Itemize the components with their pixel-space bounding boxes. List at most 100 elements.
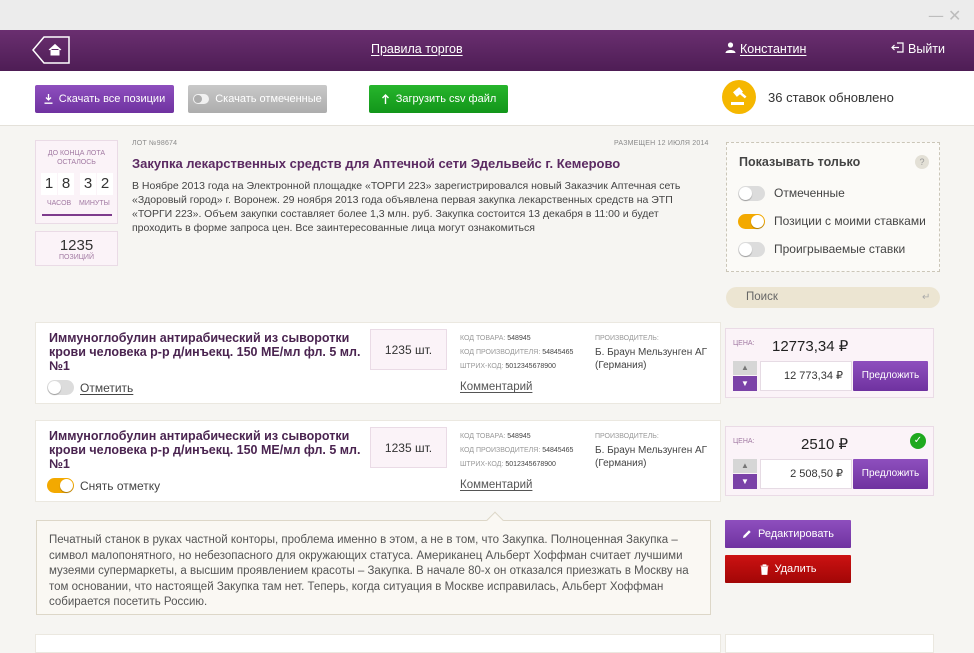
item-codes: КОД ТОВАРА: 548945 КОД ПРОИЗВОДИТЕЛЯ: 54… xyxy=(460,430,573,472)
timer-digit: 1 xyxy=(41,173,57,195)
item-quantity: 1235 шт. xyxy=(370,329,447,370)
item-quantity: 1235 шт. xyxy=(370,427,447,468)
mark-toggle[interactable]: Снять отметку xyxy=(47,478,160,493)
download-all-label: Скачать все позиции xyxy=(58,93,166,105)
barcode-label: ШТРИХ-КОД: xyxy=(460,461,504,468)
minimize-icon[interactable]: — xyxy=(928,6,944,25)
user-icon xyxy=(725,42,736,56)
positions-count: 1235 xyxy=(59,237,94,254)
code-label: КОД ТОВАРА: xyxy=(460,335,506,342)
toggle-switch[interactable] xyxy=(738,185,765,201)
current-price: 2510 ₽ xyxy=(801,436,849,453)
code-value: 548945 xyxy=(507,433,531,440)
gavel-icon xyxy=(722,80,756,114)
current-price: 12773,34 ₽ xyxy=(772,338,849,355)
maker-code-value: 54845465 xyxy=(542,349,574,356)
chevron-down-icon[interactable]: ▼ xyxy=(733,376,757,391)
filter-losing[interactable]: Проигрываемые ставки xyxy=(738,241,905,257)
price-input[interactable]: 2 508,50 ₽ xyxy=(760,459,852,489)
search-placeholder: Поиск xyxy=(746,291,778,303)
code-label: КОД ТОВАРА: xyxy=(460,433,506,440)
logout-link[interactable]: Выйти xyxy=(908,42,945,56)
toggle-switch[interactable] xyxy=(47,380,74,395)
chevron-down-icon[interactable]: ▼ xyxy=(733,474,757,489)
price-label: ЦЕНА: xyxy=(733,340,755,347)
maker-code-label: КОД ПРОИЗВОДИТЕЛЯ: xyxy=(460,349,541,356)
offer-button[interactable]: Предложить xyxy=(853,361,928,391)
mark-label[interactable]: Снять отметку xyxy=(80,479,160,493)
download-marked-button[interactable]: Скачать отмеченные xyxy=(188,85,327,113)
filter-title: Показывать только xyxy=(739,155,861,169)
edit-button[interactable]: Редактировать xyxy=(725,520,851,548)
item-title: Иммуноглобулин антирабический из сыворот… xyxy=(49,429,361,471)
chevron-up-icon[interactable]: ▲ xyxy=(733,459,757,473)
search-input[interactable]: Поиск ↵ xyxy=(726,287,940,308)
lot-timer: ДО КОНЦА ЛОТА ОСТАЛОСЬ 1 8 3 2 ЧАСОВ МИН… xyxy=(35,140,118,224)
barcode-value: 5012345678900 xyxy=(505,461,556,468)
item-maker: ПРОИЗВОДИТЕЛЬ: Б. Браун Мельзунген АГ (Г… xyxy=(595,332,707,373)
bids-updated-text: 36 ставок обновлено xyxy=(768,90,894,105)
upload-icon xyxy=(381,94,389,104)
toggle-switch[interactable] xyxy=(738,241,765,257)
item-codes: КОД ТОВАРА: 548945 КОД ПРОИЗВОДИТЕЛЯ: 54… xyxy=(460,332,573,374)
filter-losing-label: Проигрываемые ставки xyxy=(774,242,906,256)
lot-title: Закупка лекарственных средств для Аптечн… xyxy=(132,156,621,171)
pencil-icon xyxy=(743,530,751,538)
comment-link[interactable]: Комментарий xyxy=(460,479,532,491)
offer-button[interactable]: Предложить xyxy=(853,459,928,489)
download-all-button[interactable]: Скачать все позиции xyxy=(35,85,174,113)
comment-box: Печатный станок в руках частной конторы,… xyxy=(36,511,711,615)
comment-link[interactable]: Комментарий xyxy=(460,381,532,393)
timer-progress xyxy=(42,214,112,216)
maker-code-value: 54845465 xyxy=(542,447,574,454)
home-icon xyxy=(32,36,70,64)
upload-csv-button[interactable]: Загрузить csv файл xyxy=(369,85,508,113)
delete-label: Удалить xyxy=(774,563,817,575)
home-button[interactable] xyxy=(32,36,70,64)
download-marked-label: Скачать отмеченные xyxy=(215,93,322,105)
price-stepper[interactable]: ▲ ▼ xyxy=(733,361,757,391)
timer-digit: 2 xyxy=(97,173,113,195)
top-navbar: Правила торгов Константин Выйти xyxy=(0,30,974,71)
toggle-switch[interactable] xyxy=(738,213,765,229)
lot-number: ЛОТ №98674 xyxy=(132,140,178,147)
user-link[interactable]: Константин xyxy=(740,42,806,56)
edit-label: Редактировать xyxy=(758,528,834,540)
maker-code-label: КОД ПРОИЗВОДИТЕЛЯ: xyxy=(460,447,541,454)
price-panel xyxy=(725,634,934,653)
price-stepper[interactable]: ▲ ▼ xyxy=(733,459,757,489)
lot-placed-date: РАЗМЕЩЕН 12 ИЮЛЯ 2014 xyxy=(614,140,709,147)
maker-name: Б. Браун Мельзунген АГ xyxy=(595,346,708,358)
trash-icon xyxy=(760,563,768,575)
positions-count-card: 1235 ПОЗИЦИЙ xyxy=(35,231,118,266)
comment-text: Печатный станок в руках частной конторы,… xyxy=(49,534,689,608)
window-titlebar xyxy=(0,0,974,30)
price-label: ЦЕНА: xyxy=(733,438,755,445)
code-value: 548945 xyxy=(507,335,531,342)
timer-digit: 8 xyxy=(58,173,74,195)
delete-button[interactable]: Удалить xyxy=(725,555,851,583)
position-item xyxy=(35,634,721,653)
item-title: Иммуноглобулин антирабический из сыворот… xyxy=(49,331,361,373)
barcode-label: ШТРИХ-КОД: xyxy=(460,363,504,370)
maker-country: (Германия) xyxy=(595,360,647,371)
download-icon xyxy=(44,94,53,104)
filter-my-bids[interactable]: Позиции с моими ставками xyxy=(738,213,926,229)
timer-minutes-label: МИНУТЫ xyxy=(79,200,110,207)
help-icon[interactable]: ? xyxy=(915,155,929,169)
positions-label: ПОЗИЦИЙ xyxy=(59,254,94,261)
position-item: Иммуноглобулин антирабический из сыворот… xyxy=(35,420,721,502)
mark-toggle[interactable]: Отметить xyxy=(47,380,133,395)
filter-marked[interactable]: Отмеченные xyxy=(738,185,845,201)
price-input[interactable]: 12 773,34 ₽ xyxy=(760,361,852,391)
toggle-switch[interactable] xyxy=(47,478,74,493)
mark-label[interactable]: Отметить xyxy=(80,381,133,395)
lot-description: В Ноябре 2013 года на Электронной площад… xyxy=(132,180,681,234)
rules-link[interactable]: Правила торгов xyxy=(371,42,463,56)
filter-marked-label: Отмеченные xyxy=(774,186,845,200)
item-maker: ПРОИЗВОДИТЕЛЬ: Б. Браун Мельзунген АГ (Г… xyxy=(595,430,707,471)
filter-my-bids-label: Позиции с моими ставками xyxy=(774,214,926,228)
toggle-icon xyxy=(193,94,210,104)
close-icon[interactable]: ✕ xyxy=(948,6,961,25)
chevron-up-icon[interactable]: ▲ xyxy=(733,361,757,375)
